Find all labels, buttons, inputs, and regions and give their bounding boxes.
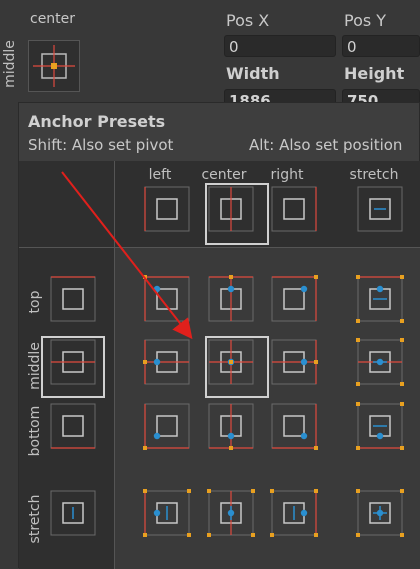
annotation-arrow bbox=[61, 171, 193, 340]
